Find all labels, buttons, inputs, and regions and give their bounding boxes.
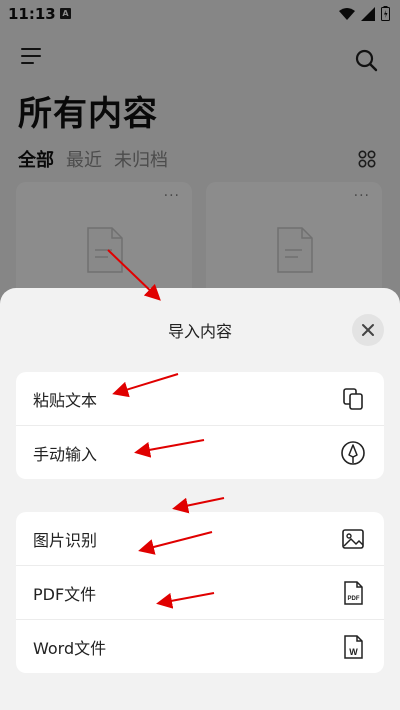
option-label: 粘贴文本 — [33, 390, 98, 410]
pdf-file-icon: PDF — [344, 580, 363, 605]
word-badge: W — [349, 647, 358, 657]
option-label: Word文件 — [33, 638, 107, 658]
import-group-text: 粘贴文本 手动输入 — [16, 372, 384, 479]
option-label: 手动输入 — [33, 444, 98, 464]
image-icon — [342, 528, 364, 549]
pen-icon — [341, 440, 365, 465]
pdf-badge: PDF — [348, 596, 360, 602]
option-label: 图片识别 — [33, 530, 98, 550]
import-bottom-sheet: 导入内容 粘贴文本 手动输入 图片识别 PDF文件 PDF Word文件 W — [0, 288, 400, 710]
sheet-title: 导入内容 — [167, 322, 232, 341]
pdf-file-option[interactable]: PDF文件 PDF — [16, 566, 384, 620]
manual-input-option[interactable]: 手动输入 — [16, 426, 384, 479]
image-recognition-option[interactable]: 图片识别 — [16, 512, 384, 566]
import-group-file: 图片识别 PDF文件 PDF Word文件 W — [16, 512, 384, 673]
option-label: PDF文件 — [33, 584, 97, 604]
word-file-icon: W — [344, 634, 363, 659]
close-button[interactable] — [352, 314, 384, 346]
copy-icon — [343, 387, 363, 410]
close-icon — [362, 324, 374, 336]
paste-text-option[interactable]: 粘贴文本 — [16, 372, 384, 426]
word-file-option[interactable]: Word文件 W — [16, 620, 384, 673]
